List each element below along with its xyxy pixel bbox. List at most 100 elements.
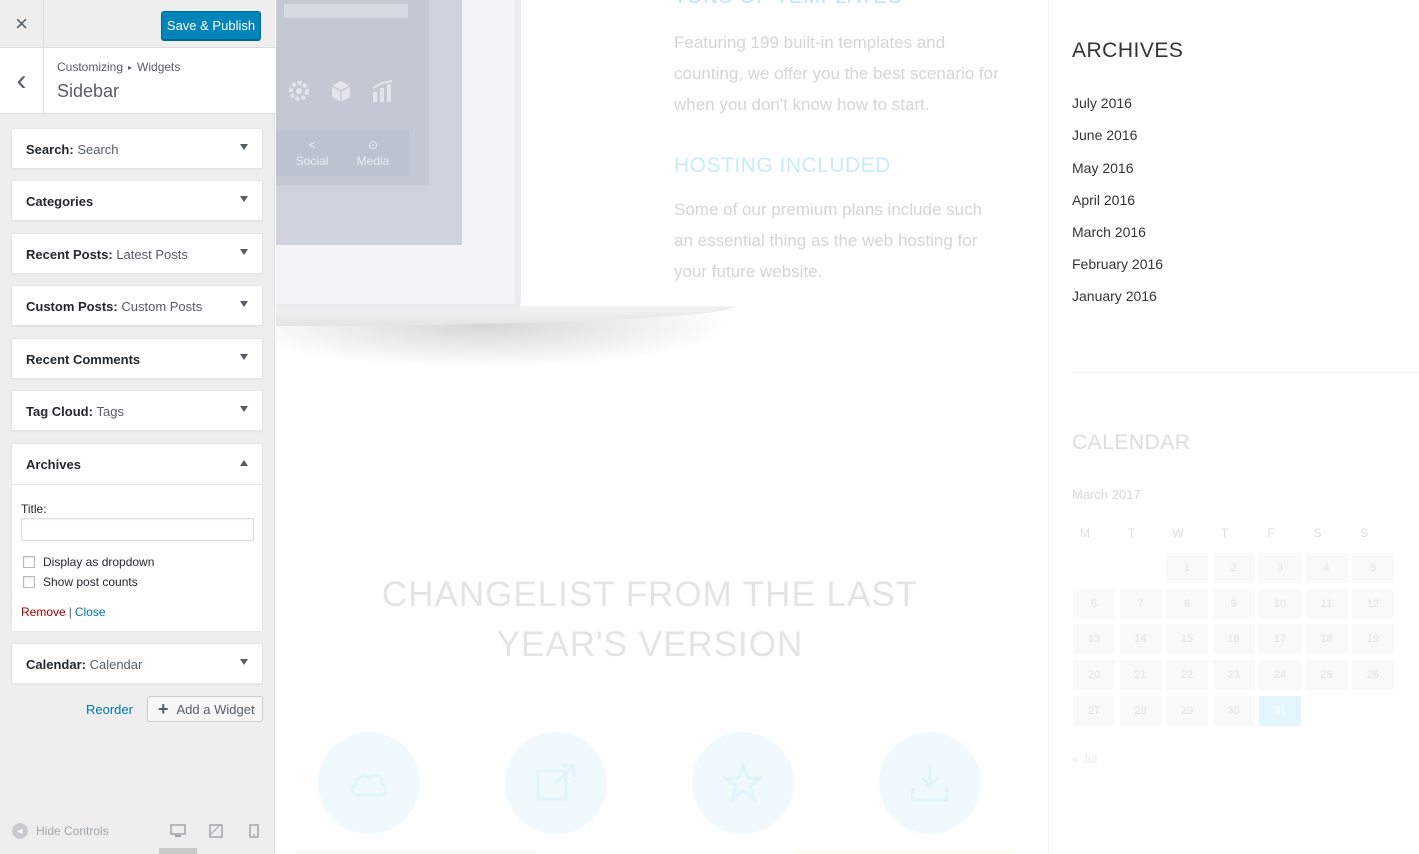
calendar-heading: CALENDAR xyxy=(1072,431,1191,454)
archive-link[interactable]: July 2016 xyxy=(1072,95,1132,111)
widget-title: Calendar xyxy=(26,657,82,672)
external-link-icon xyxy=(505,732,607,834)
widget-custom-posts[interactable]: Custom Posts: Custom Posts xyxy=(11,285,263,326)
widget-categories[interactable]: Categories xyxy=(11,180,263,221)
widget-calendar[interactable]: Calendar: Calendar xyxy=(11,643,263,684)
customizer-sidebar: × Save & Publish ‹ Customizing ▸ Widgets… xyxy=(0,0,275,854)
download-tray-icon xyxy=(879,732,981,834)
chevron-down-icon[interactable] xyxy=(240,301,248,307)
breadcrumb: Customizing ▸ Widgets xyxy=(57,60,180,74)
checkbox-label: Show post counts xyxy=(43,575,138,589)
widget-recent-posts[interactable]: Recent Posts: Latest Posts xyxy=(11,233,263,274)
archive-link[interactable]: March 2016 xyxy=(1072,224,1146,240)
laptop-mockup: < Social ⊙ Media xyxy=(276,0,521,310)
feature-title-hosting: HOSTING INCLUDED xyxy=(674,154,891,177)
calendar-day: 16 xyxy=(1212,624,1255,655)
save-publish-button[interactable]: Save & Publish xyxy=(161,11,261,40)
actions-separator: | xyxy=(68,605,72,619)
show-counts-checkbox[interactable] xyxy=(23,576,35,588)
box-icon xyxy=(328,78,354,104)
calendar-day: 3 xyxy=(1259,553,1301,583)
display-dropdown-option[interactable]: Display as dropdown xyxy=(23,555,154,569)
chevron-down-icon[interactable] xyxy=(240,354,248,360)
breadcrumb-separator-icon: ▸ xyxy=(128,62,133,72)
archive-link[interactable]: June 2016 xyxy=(1072,127,1137,143)
title-input[interactable] xyxy=(21,518,254,541)
plus-icon: + xyxy=(158,699,169,719)
feature-text-templates: Featuring 199 built-in templates and cou… xyxy=(674,33,999,114)
remove-widget-link[interactable]: Remove xyxy=(21,605,66,619)
archives-heading: ARCHIVES xyxy=(1072,39,1184,62)
chevron-down-icon[interactable] xyxy=(240,196,248,202)
widget-search[interactable]: Search: Search xyxy=(11,128,263,169)
close-icon: × xyxy=(15,11,28,36)
widget-title: Categories xyxy=(26,194,94,209)
calendar-day: 25 xyxy=(1305,660,1348,691)
calendar-day: 26 xyxy=(1352,660,1394,691)
widget-title: Tag Cloud xyxy=(26,404,89,419)
calendar-day: 1 xyxy=(1166,553,1208,583)
section-header: ‹ Customizing ▸ Widgets Sidebar xyxy=(0,48,275,114)
calendar-day: 9 xyxy=(1212,588,1255,619)
chevron-down-icon[interactable] xyxy=(240,659,248,665)
arrow-left-circle-icon: ◂ xyxy=(12,823,28,839)
widget-actions: Remove | Close xyxy=(21,605,106,619)
back-button[interactable]: ‹ xyxy=(0,48,44,113)
site-preview: < Social ⊙ Media TONS OF TEMPLATES Featu… xyxy=(276,0,1419,854)
bottom-decoration xyxy=(296,850,536,854)
display-dropdown-checkbox[interactable] xyxy=(23,556,35,568)
calendar-day-header: F xyxy=(1267,526,1275,540)
screen-bar xyxy=(284,4,408,18)
customizer-header: × Save & Publish xyxy=(0,0,275,48)
chevron-down-icon[interactable] xyxy=(240,144,248,150)
calendar-day: 7 xyxy=(1119,588,1162,619)
archive-link[interactable]: April 2016 xyxy=(1072,192,1135,208)
checkbox-label: Display as dropdown xyxy=(43,555,155,569)
calendar-day: 15 xyxy=(1166,624,1208,655)
calendar-day: 6 xyxy=(1073,588,1115,619)
calendar-day-header: S xyxy=(1359,526,1368,540)
chevron-down-icon[interactable] xyxy=(240,249,248,255)
widget-subtitle: Tags xyxy=(96,404,125,419)
chevron-up-icon[interactable] xyxy=(240,460,248,466)
calendar-day-header: T xyxy=(1127,526,1136,540)
close-customizer-button[interactable]: × xyxy=(0,0,44,48)
calendar-day-header: T xyxy=(1220,526,1229,540)
social-tab-label: Social xyxy=(295,154,329,168)
archive-link[interactable]: February 2016 xyxy=(1072,256,1163,272)
chevron-down-icon[interactable] xyxy=(240,406,248,412)
widget-title: Archives xyxy=(26,457,81,472)
widget-title: Recent Posts xyxy=(26,247,109,262)
calendar-day: 27 xyxy=(1073,695,1115,726)
reorder-link[interactable]: Reorder xyxy=(86,702,133,717)
calendar-day: 5 xyxy=(1352,553,1394,583)
media-icon: ⊙ xyxy=(367,138,379,152)
calendar-day: 8 xyxy=(1166,588,1208,619)
calendar-day: 22 xyxy=(1166,660,1208,691)
calendar-day-header: M xyxy=(1080,526,1090,540)
widget-archives-expanded: Archives Title: Display as dropdown Show… xyxy=(11,443,263,632)
widget-recent-comments[interactable]: Recent Comments xyxy=(11,338,263,379)
hide-controls-label: Hide Controls xyxy=(36,824,109,838)
archive-link[interactable]: January 2016 xyxy=(1072,288,1157,304)
calendar-prev-link[interactable]: « Jul xyxy=(1072,752,1097,766)
widget-archives-header[interactable]: Archives xyxy=(12,444,262,485)
cloud-icon xyxy=(318,732,420,834)
add-widget-button[interactable]: + Add a Widget xyxy=(147,696,263,722)
close-widget-link[interactable]: Close xyxy=(75,605,106,619)
mobile-preview-icon[interactable] xyxy=(249,824,265,838)
calendar-day: 2 xyxy=(1212,553,1255,583)
star-icon xyxy=(692,732,794,834)
media-tab-label: Media xyxy=(356,154,390,168)
archive-link[interactable]: May 2016 xyxy=(1072,160,1133,176)
widget-title: Search xyxy=(26,142,70,157)
bottom-decoration xyxy=(796,850,1016,854)
desktop-preview-icon[interactable] xyxy=(170,824,186,838)
tablet-preview-icon[interactable] xyxy=(209,824,225,838)
title-field-label: Title: xyxy=(21,502,47,516)
widget-tag-cloud[interactable]: Tag Cloud: Tags xyxy=(11,390,263,431)
divider xyxy=(1072,372,1419,373)
feature-text-hosting: Some of our premium plans include such a… xyxy=(674,200,983,281)
show-counts-option[interactable]: Show post counts xyxy=(23,575,138,589)
hide-controls-button[interactable]: ◂ Hide Controls xyxy=(12,823,109,839)
